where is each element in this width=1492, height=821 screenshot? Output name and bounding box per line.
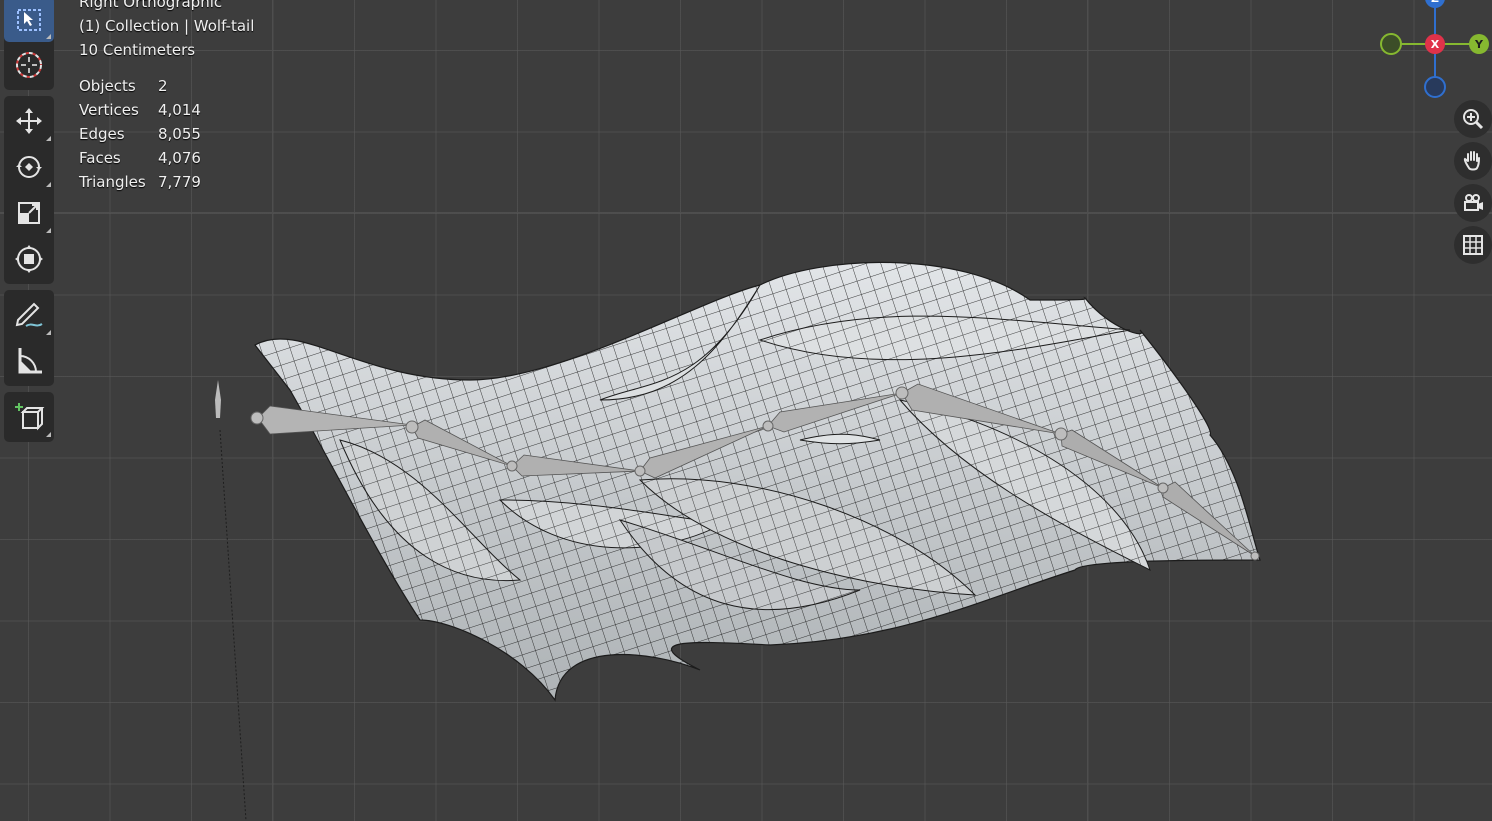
- negative-z-axis-handle[interactable]: [1424, 76, 1446, 98]
- negative-y-axis-handle[interactable]: [1380, 33, 1402, 55]
- perspective-toggle-button[interactable]: [1454, 226, 1492, 264]
- y-axis-label: Y: [1474, 38, 1484, 51]
- stat-row: Faces 4,076: [79, 146, 201, 170]
- stat-row: Edges 8,055: [79, 122, 201, 146]
- camera-view-button[interactable]: [1454, 184, 1492, 222]
- stat-row: Vertices 4,014: [79, 98, 201, 122]
- stat-value: 7,779: [158, 173, 201, 191]
- camera-icon: [1464, 194, 1483, 211]
- stat-value: 2: [158, 77, 168, 95]
- stat-value: 4,076: [158, 149, 201, 167]
- zoom-icon: [1463, 109, 1484, 130]
- stat-row: Objects 2: [79, 74, 201, 98]
- tool-shelf: [4, 0, 54, 448]
- wolf-tail-mesh[interactable]: [0, 0, 1492, 821]
- add-cube-tool[interactable]: [4, 394, 54, 440]
- cursor-icon: [16, 52, 42, 78]
- rotate-tool[interactable]: [4, 144, 54, 190]
- stat-label: Edges: [79, 125, 125, 143]
- 3d-viewport[interactable]: Right Orthographic (1) Collection | Wolf…: [0, 0, 1492, 821]
- stat-label: Triangles: [79, 173, 146, 191]
- cursor-tool[interactable]: [4, 42, 54, 88]
- select-box-icon: [17, 9, 41, 31]
- stat-value: 8,055: [158, 125, 201, 143]
- relationship-line: [219, 429, 247, 821]
- grid-icon: [1463, 235, 1483, 255]
- x-axis-label: X: [1431, 38, 1440, 51]
- stat-row: Triangles 7,779: [79, 170, 201, 194]
- measure-icon: [18, 348, 42, 374]
- stat-label: Objects: [79, 77, 136, 95]
- zoom-button[interactable]: [1454, 100, 1492, 138]
- navigation-buttons: [1454, 100, 1492, 268]
- move-tool[interactable]: [4, 98, 54, 144]
- scale-icon: [18, 202, 40, 224]
- stat-label: Vertices: [79, 101, 139, 119]
- z-axis-label: Z: [1431, 0, 1439, 5]
- annotate-tool[interactable]: [4, 292, 54, 338]
- collection-line: (1) Collection | Wolf-tail: [79, 17, 255, 35]
- annotate-icon: [15, 302, 43, 327]
- move-icon: [16, 108, 42, 134]
- navigation-gizmo[interactable]: Z Y X: [1378, 0, 1492, 100]
- rotate-icon: [16, 156, 42, 178]
- empty-object[interactable]: [215, 380, 221, 418]
- scale-tool[interactable]: [4, 190, 54, 236]
- hand-pan-icon: [1463, 151, 1480, 171]
- pan-button[interactable]: [1454, 142, 1492, 180]
- stat-value: 4,014: [158, 101, 201, 119]
- transform-icon: [15, 245, 43, 273]
- stat-label: Faces: [79, 149, 121, 167]
- transform-tool[interactable]: [4, 236, 54, 282]
- select-box-tool[interactable]: [4, 0, 54, 42]
- view-name: Right Orthographic: [79, 0, 223, 11]
- measure-tool[interactable]: [4, 338, 54, 384]
- add-cube-icon: [15, 403, 45, 431]
- viewport-info: Right Orthographic (1) Collection | Wolf…: [79, 0, 254, 62]
- scale-line: 10 Centimeters: [79, 41, 196, 59]
- scene-statistics: Objects 2 Vertices 4,014 Edges 8,055 Faces 4…: [79, 74, 201, 194]
